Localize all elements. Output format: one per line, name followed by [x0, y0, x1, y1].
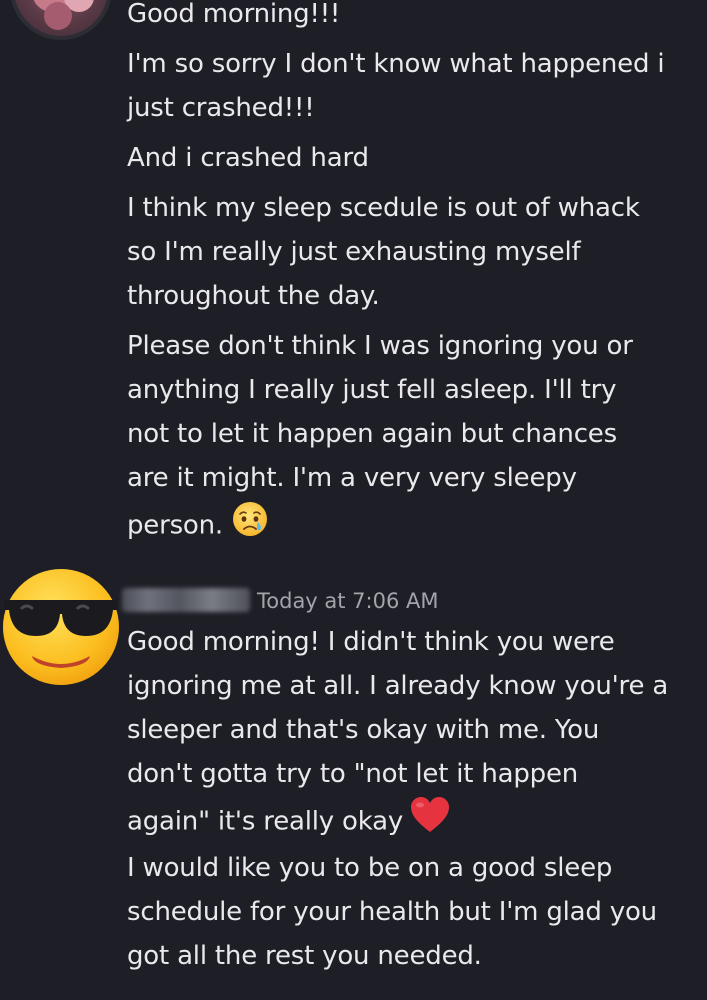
message-line: And i crashed hard: [127, 143, 369, 173]
message-line: Please don't think I was ignoring you or: [127, 331, 633, 361]
message-text: person.: [127, 510, 223, 541]
message-line: not to let it happen again but chances: [127, 419, 617, 449]
message-line: I think my sleep scedule is out of whack: [127, 193, 640, 223]
message-line: Good morning!!!: [127, 0, 341, 29]
message-line: got all the rest you needed.: [127, 941, 482, 971]
message-line: schedule for your health but I'm glad yo…: [127, 897, 657, 927]
avatar-previous-author[interactable]: [14, 0, 108, 36]
message-line: anything I really just fell asleep. I'll…: [127, 375, 617, 405]
red-heart-emoji-icon: [409, 796, 451, 848]
author-name-redacted[interactable]: [122, 588, 250, 612]
sunglasses-face-emoji-icon: [3, 569, 119, 685]
message-line: I would like you to be on a good sleep: [127, 853, 613, 883]
message-line-with-emoji: person.: [127, 500, 269, 552]
message-line: I'm so sorry I don't know what happened …: [127, 49, 665, 79]
message-line: Good morning! I didn't think you were: [127, 627, 615, 657]
message-line: so I'm really just exhausting myself: [127, 237, 581, 267]
crying-face-emoji-icon: [231, 500, 269, 552]
message-line: are it might. I'm a very very sleepy: [127, 463, 577, 493]
message-text: again" it's really okay: [127, 806, 404, 837]
message-line: don't gotta try to "not let it happen: [127, 759, 579, 789]
message-line: throughout the day.: [127, 281, 380, 311]
avatar-reply-author[interactable]: [0, 566, 122, 688]
message-line-with-emoji: again" it's really okay: [127, 796, 451, 848]
message-line: just crashed!!!: [127, 93, 315, 123]
message-line: ignoring me at all. I already know you'r…: [127, 671, 669, 701]
message-line: sleeper and that's okay with me. You: [127, 715, 600, 745]
message-timestamp[interactable]: Today at 7:06 AM: [257, 584, 439, 618]
